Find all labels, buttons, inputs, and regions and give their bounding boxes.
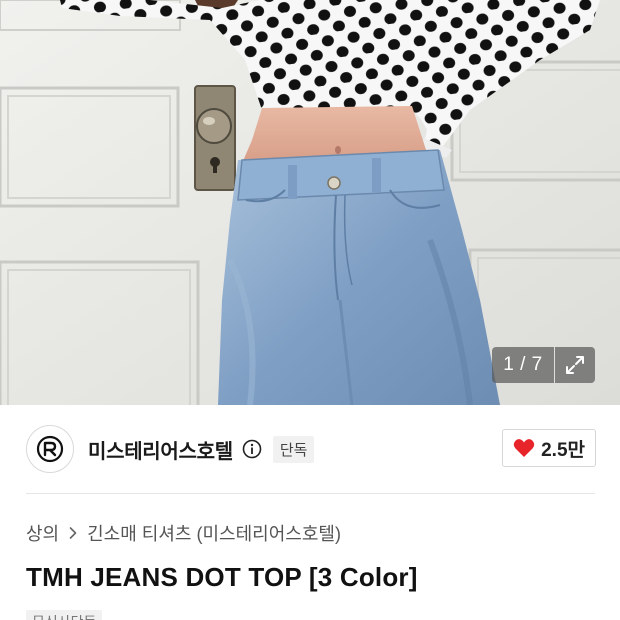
breadcrumb: 상의 긴소매 티셔츠 (미스테리어스호텔): [26, 520, 341, 546]
brand-logo-icon: [36, 435, 64, 463]
expand-image-button[interactable]: [555, 347, 595, 383]
exclusive-badge: 단독: [272, 435, 315, 463]
product-photo-illustration: [0, 0, 620, 405]
like-count: 2.5만: [541, 439, 585, 461]
product-title: TMH JEANS DOT TOP [3 Color]: [26, 562, 418, 592]
heart-icon: [513, 439, 535, 457]
like-button[interactable]: 2.5만: [502, 429, 596, 467]
section-divider: [26, 493, 595, 494]
brand-row: 미스테리어스호텔 단독 2.5만: [26, 425, 596, 473]
product-image[interactable]: 1 / 7: [0, 0, 620, 405]
chevron-right-icon: [68, 526, 78, 540]
info-icon[interactable]: [241, 438, 263, 460]
breadcrumb-category[interactable]: 상의: [26, 520, 59, 546]
exclusive-tag: 무신사단독: [26, 610, 103, 620]
image-counter: 1 / 7: [492, 347, 554, 383]
brand-logo[interactable]: [26, 425, 74, 473]
breadcrumb-subcategory[interactable]: 긴소매 티셔츠 (미스테리어스호텔): [87, 520, 341, 546]
expand-arrows-icon: [566, 356, 584, 374]
brand-name[interactable]: 미스테리어스호텔: [88, 435, 233, 464]
